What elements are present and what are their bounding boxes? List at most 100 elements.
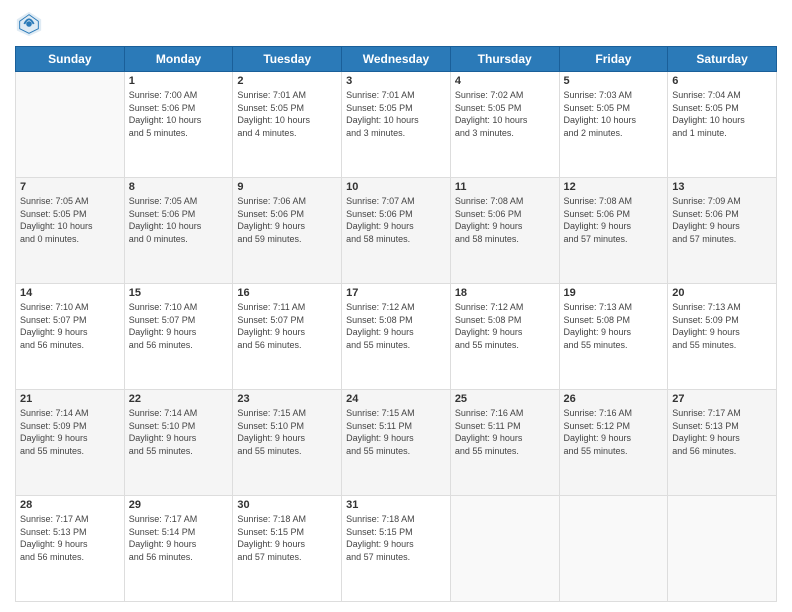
calendar-day-cell: 18 Sunrise: 7:12 AMSunset: 5:08 PMDayligh… — [450, 284, 559, 390]
day-header-friday: Friday — [559, 47, 668, 72]
day-info: Sunrise: 7:13 AMSunset: 5:09 PMDaylight:… — [672, 301, 772, 351]
calendar-day-cell: 13 Sunrise: 7:09 AMSunset: 5:06 PMDayligh… — [668, 178, 777, 284]
day-info: Sunrise: 7:16 AMSunset: 5:12 PMDaylight:… — [564, 407, 664, 457]
calendar-day-cell: 4 Sunrise: 7:02 AMSunset: 5:05 PMDaylight… — [450, 72, 559, 178]
calendar-day-cell: 27Sunrise: 7:17 AMSunset: 5:13 PMDayligh… — [668, 390, 777, 496]
day-info: Sunrise: 7:17 AMSunset: 5:14 PMDaylight:… — [129, 513, 229, 563]
calendar-day-cell: 16 Sunrise: 7:11 AMSunset: 5:07 PMDayligh… — [233, 284, 342, 390]
day-info: Sunrise: 7:11 AMSunset: 5:07 PMDaylight:… — [237, 301, 337, 351]
day-number: 10 — [346, 181, 446, 193]
day-number: 25 — [455, 393, 555, 405]
calendar-day-cell: 31 Sunrise: 7:18 AMSunset: 5:15 PMDayligh… — [342, 496, 451, 602]
day-header-wednesday: Wednesday — [342, 47, 451, 72]
day-number: 16 — [237, 287, 337, 299]
calendar-day-cell: 30Sunrise: 7:18 AMSunset: 5:15 PMDayligh… — [233, 496, 342, 602]
calendar-day-cell — [16, 72, 125, 178]
day-number: 22 — [129, 393, 229, 405]
day-info: Sunrise: 7:18 AMSunset: 5:15 PMDaylight:… — [346, 513, 446, 563]
calendar-day-cell: 8 Sunrise: 7:05 AMSunset: 5:06 PMDaylight… — [124, 178, 233, 284]
calendar-header-row: SundayMondayTuesdayWednesdayThursdayFrid… — [16, 47, 777, 72]
calendar-day-cell: 10 Sunrise: 7:07 AMSunset: 5:06 PMDayligh… — [342, 178, 451, 284]
day-info: Sunrise: 7:01 AMSunset: 5:05 PMDaylight:… — [237, 89, 337, 139]
day-number: 20 — [672, 287, 772, 299]
day-header-sunday: Sunday — [16, 47, 125, 72]
day-info: Sunrise: 7:10 AMSunset: 5:07 PMDaylight:… — [20, 301, 120, 351]
calendar-week-row: 21 Sunrise: 7:14 AMSunset: 5:09 PMDayligh… — [16, 390, 777, 496]
calendar-day-cell — [559, 496, 668, 602]
calendar-week-row: 1 Sunrise: 7:00 AMSunset: 5:06 PMDaylight… — [16, 72, 777, 178]
day-number: 13 — [672, 181, 772, 193]
day-info: Sunrise: 7:09 AMSunset: 5:06 PMDaylight:… — [672, 195, 772, 245]
calendar-table: SundayMondayTuesdayWednesdayThursdayFrid… — [15, 46, 777, 602]
day-info: Sunrise: 7:05 AMSunset: 5:05 PMDaylight:… — [20, 195, 120, 245]
calendar-day-cell: 15 Sunrise: 7:10 AMSunset: 5:07 PMDayligh… — [124, 284, 233, 390]
calendar-day-cell: 1 Sunrise: 7:00 AMSunset: 5:06 PMDaylight… — [124, 72, 233, 178]
day-number: 26 — [564, 393, 664, 405]
day-info: Sunrise: 7:18 AMSunset: 5:15 PMDaylight:… — [237, 513, 337, 563]
day-number: 11 — [455, 181, 555, 193]
calendar-day-cell: 28 Sunrise: 7:17 AMSunset: 5:13 PMDayligh… — [16, 496, 125, 602]
calendar-day-cell: 23 Sunrise: 7:15 AMSunset: 5:10 PMDayligh… — [233, 390, 342, 496]
calendar-day-cell: 17Sunrise: 7:12 AMSunset: 5:08 PMDayligh… — [342, 284, 451, 390]
day-number: 28 — [20, 499, 120, 511]
day-number: 7 — [20, 181, 120, 193]
day-number: 18 — [455, 287, 555, 299]
day-header-monday: Monday — [124, 47, 233, 72]
day-header-saturday: Saturday — [668, 47, 777, 72]
day-number: 31 — [346, 499, 446, 511]
day-number: 29 — [129, 499, 229, 511]
day-info: Sunrise: 7:03 AMSunset: 5:05 PMDaylight:… — [564, 89, 664, 139]
day-header-thursday: Thursday — [450, 47, 559, 72]
day-number: 9 — [237, 181, 337, 193]
day-number: 15 — [129, 287, 229, 299]
day-number: 8 — [129, 181, 229, 193]
day-number: 23 — [237, 393, 337, 405]
calendar-day-cell: 26 Sunrise: 7:16 AMSunset: 5:12 PMDayligh… — [559, 390, 668, 496]
logo-icon — [15, 10, 43, 38]
day-info: Sunrise: 7:08 AMSunset: 5:06 PMDaylight:… — [455, 195, 555, 245]
calendar-day-cell: 6Sunrise: 7:04 AMSunset: 5:05 PMDaylight… — [668, 72, 777, 178]
calendar-day-cell: 24Sunrise: 7:15 AMSunset: 5:11 PMDayligh… — [342, 390, 451, 496]
day-number: 1 — [129, 75, 229, 87]
calendar-day-cell: 20 Sunrise: 7:13 AMSunset: 5:09 PMDayligh… — [668, 284, 777, 390]
calendar-day-cell: 21 Sunrise: 7:14 AMSunset: 5:09 PMDayligh… — [16, 390, 125, 496]
calendar-day-cell: 7 Sunrise: 7:05 AMSunset: 5:05 PMDaylight… — [16, 178, 125, 284]
calendar-day-cell: 2 Sunrise: 7:01 AMSunset: 5:05 PMDaylight… — [233, 72, 342, 178]
day-info: Sunrise: 7:00 AMSunset: 5:06 PMDaylight:… — [129, 89, 229, 139]
calendar-week-row: 7 Sunrise: 7:05 AMSunset: 5:05 PMDaylight… — [16, 178, 777, 284]
day-info: Sunrise: 7:14 AMSunset: 5:10 PMDaylight:… — [129, 407, 229, 457]
day-info: Sunrise: 7:17 AMSunset: 5:13 PMDaylight:… — [20, 513, 120, 563]
calendar-day-cell: 5Sunrise: 7:03 AMSunset: 5:05 PMDaylight… — [559, 72, 668, 178]
calendar-day-cell: 25 Sunrise: 7:16 AMSunset: 5:11 PMDayligh… — [450, 390, 559, 496]
day-info: Sunrise: 7:05 AMSunset: 5:06 PMDaylight:… — [129, 195, 229, 245]
day-info: Sunrise: 7:10 AMSunset: 5:07 PMDaylight:… — [129, 301, 229, 351]
calendar-day-cell: 9 Sunrise: 7:06 AMSunset: 5:06 PMDaylight… — [233, 178, 342, 284]
day-info: Sunrise: 7:04 AMSunset: 5:05 PMDaylight:… — [672, 89, 772, 139]
day-info: Sunrise: 7:14 AMSunset: 5:09 PMDaylight:… — [20, 407, 120, 457]
calendar-day-cell — [668, 496, 777, 602]
day-number: 27 — [672, 393, 772, 405]
day-info: Sunrise: 7:15 AMSunset: 5:10 PMDaylight:… — [237, 407, 337, 457]
day-number: 21 — [20, 393, 120, 405]
day-number: 2 — [237, 75, 337, 87]
day-info: Sunrise: 7:07 AMSunset: 5:06 PMDaylight:… — [346, 195, 446, 245]
day-info: Sunrise: 7:12 AMSunset: 5:08 PMDaylight:… — [455, 301, 555, 351]
day-number: 14 — [20, 287, 120, 299]
calendar-day-cell: 19Sunrise: 7:13 AMSunset: 5:08 PMDayligh… — [559, 284, 668, 390]
day-header-tuesday: Tuesday — [233, 47, 342, 72]
calendar-day-cell: 29 Sunrise: 7:17 AMSunset: 5:14 PMDayligh… — [124, 496, 233, 602]
calendar-day-cell: 22 Sunrise: 7:14 AMSunset: 5:10 PMDayligh… — [124, 390, 233, 496]
day-info: Sunrise: 7:16 AMSunset: 5:11 PMDaylight:… — [455, 407, 555, 457]
day-info: Sunrise: 7:08 AMSunset: 5:06 PMDaylight:… — [564, 195, 664, 245]
day-number: 4 — [455, 75, 555, 87]
header — [15, 10, 777, 38]
day-info: Sunrise: 7:12 AMSunset: 5:08 PMDaylight:… — [346, 301, 446, 351]
day-info: Sunrise: 7:01 AMSunset: 5:05 PMDaylight:… — [346, 89, 446, 139]
page: SundayMondayTuesdayWednesdayThursdayFrid… — [0, 0, 792, 612]
calendar-day-cell: 12Sunrise: 7:08 AMSunset: 5:06 PMDayligh… — [559, 178, 668, 284]
day-number: 19 — [564, 287, 664, 299]
calendar-week-row: 14 Sunrise: 7:10 AMSunset: 5:07 PMDayligh… — [16, 284, 777, 390]
day-info: Sunrise: 7:06 AMSunset: 5:06 PMDaylight:… — [237, 195, 337, 245]
day-info: Sunrise: 7:02 AMSunset: 5:05 PMDaylight:… — [455, 89, 555, 139]
calendar-day-cell — [450, 496, 559, 602]
